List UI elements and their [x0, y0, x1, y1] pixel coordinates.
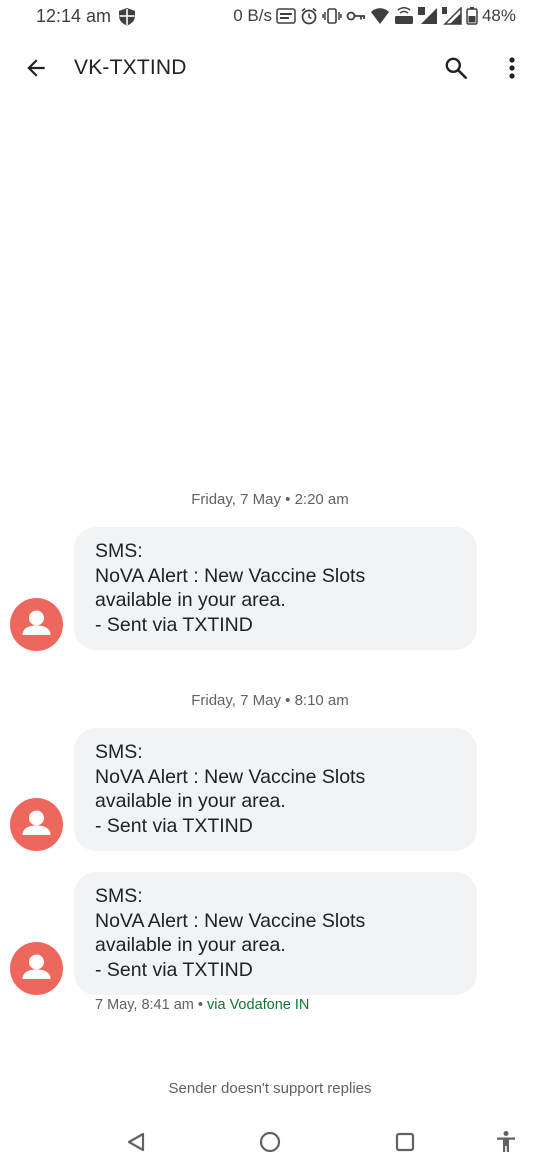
meta-separator: •: [197, 997, 203, 1013]
message-line: NoVA Alert : New Vaccine Slots: [95, 765, 366, 788]
signal-1-icon: [417, 7, 437, 24]
back-arrow-icon: [27, 59, 45, 77]
date-separator: Friday, 7 May • 2:20 am: [191, 491, 349, 508]
app-bar: VK-TXTIND: [0, 34, 540, 102]
conversation-title: VK-TXTIND: [74, 56, 187, 79]
person-icon: [22, 610, 51, 635]
auto-icon: [276, 8, 296, 24]
avatar[interactable]: [10, 942, 63, 995]
nav-back-icon: [127, 1132, 145, 1152]
carrier-label: via Vodafone IN: [207, 997, 310, 1013]
net-speed: 0 B/s: [233, 6, 272, 25]
message-line: available in your area.: [95, 790, 286, 813]
accessibility-icon: [497, 1131, 515, 1152]
signal-2-icon: [441, 7, 462, 25]
status-bar: 12:14 am 0 B/s 48%: [0, 0, 540, 34]
shield-icon: [119, 8, 135, 26]
back-button[interactable]: [14, 46, 58, 90]
person-icon: [22, 810, 51, 835]
battery-icon: [466, 7, 478, 25]
reply-unsupported-note: Sender doesn't support replies: [168, 1080, 372, 1097]
message-line: NoVA Alert : New Vaccine Slots: [95, 909, 366, 932]
message-line: NoVA Alert : New Vaccine Slots: [95, 564, 366, 587]
message-line: SMS:: [95, 741, 143, 763]
wifi-icon: [370, 8, 389, 24]
status-icons: 0 B/s 48%: [233, 5, 516, 27]
vpn-key-icon: [346, 11, 365, 21]
message-bubble[interactable]: SMS: NoVA Alert : New Vaccine Slots avai…: [74, 872, 477, 995]
nav-home-icon: [259, 1131, 281, 1153]
status-time: 12:14 am: [36, 6, 112, 26]
battery-level: 48%: [481, 6, 516, 25]
message-bubble[interactable]: SMS: NoVA Alert : New Vaccine Slots avai…: [74, 527, 477, 650]
message-timestamp: 7 May, 8:41 am: [95, 997, 194, 1013]
message-meta: 7 May, 8:41 am • via Vodafone IN: [95, 997, 309, 1013]
avatar[interactable]: [10, 798, 63, 851]
more-options-button[interactable]: [490, 46, 534, 90]
search-button[interactable]: [434, 46, 478, 90]
message-line: available in your area.: [95, 589, 286, 612]
message-line: SMS:: [95, 885, 143, 907]
person-icon: [22, 954, 51, 979]
accessibility-button[interactable]: [486, 1122, 526, 1162]
vibrate-icon: [322, 8, 342, 24]
date-separator: Friday, 7 May • 8:10 am: [191, 692, 349, 709]
nav-bar: [0, 1112, 540, 1170]
nav-back-button[interactable]: [116, 1122, 156, 1162]
nav-home-button[interactable]: [250, 1122, 290, 1162]
nav-recents-button[interactable]: [385, 1122, 425, 1162]
nav-recents-icon: [395, 1132, 415, 1152]
message-line: - Sent via TXTIND: [95, 815, 253, 838]
volte-icon: [394, 7, 413, 24]
message-line: available in your area.: [95, 934, 286, 957]
avatar[interactable]: [10, 598, 63, 651]
message-line: SMS:: [95, 540, 143, 562]
message-line: - Sent via TXTIND: [95, 614, 253, 637]
message-line: - Sent via TXTIND: [95, 959, 253, 982]
message-bubble[interactable]: SMS: NoVA Alert : New Vaccine Slots avai…: [74, 728, 477, 851]
alarm-icon: [301, 7, 317, 25]
search-icon: [445, 57, 468, 80]
more-vert-icon: [509, 57, 515, 79]
